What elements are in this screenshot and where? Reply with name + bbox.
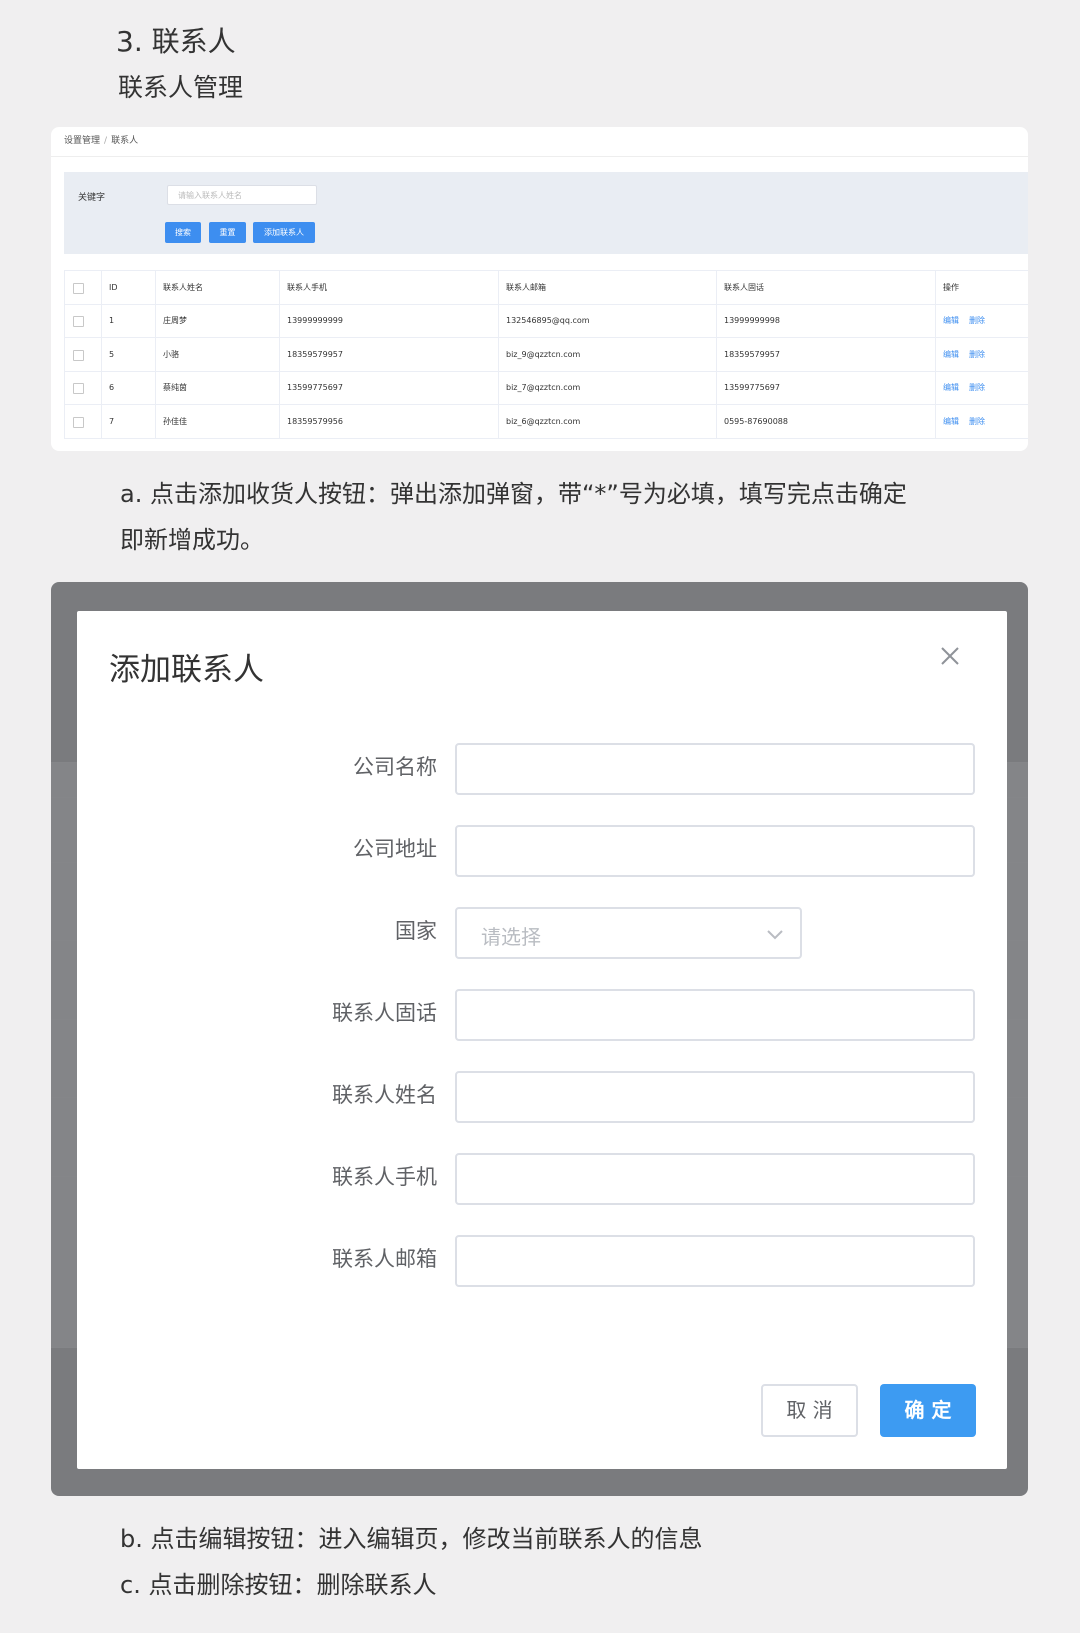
company-address-label: 公司地址 (353, 837, 437, 861)
table-row: 6 蔡纯茵 13599775697 biz_7@qzztcn.com 135997756… (64, 371, 1028, 405)
contact-email-input[interactable] (455, 1235, 975, 1287)
breadcrumb-item-settings[interactable]: 设置管理 (64, 136, 100, 146)
keyword-search-input[interactable]: 请输入联系人姓名 (167, 185, 317, 205)
confirm-button[interactable]: 确 定 (880, 1384, 976, 1437)
row-checkbox[interactable] (73, 383, 84, 394)
section-subtitle: 联系人管理 (118, 73, 244, 102)
cell-mobile: 18359579957 (279, 337, 498, 371)
cell-phone: 0595-87690088 (716, 404, 935, 438)
cell-mobile: 13599775697 (279, 371, 498, 404)
country-label: 国家 (395, 919, 437, 943)
keyword-label: 关键字 (78, 193, 106, 203)
reset-button[interactable]: 重置 (209, 222, 246, 243)
cell-id: 1 (101, 304, 155, 337)
select-all-checkbox[interactable] (73, 283, 84, 294)
edit-link[interactable]: 编辑 (943, 417, 959, 426)
contact-email-label: 联系人邮箱 (332, 1247, 437, 1271)
cell-phone: 13999999998 (716, 304, 935, 337)
cell-actions: 编辑 删除 (935, 304, 1028, 337)
delete-link[interactable]: 删除 (969, 383, 985, 392)
country-select-placeholder: 请选择 (481, 925, 541, 949)
table-row: 1 庄周梦 13999999999 132546895@qq.com 139999999… (64, 304, 1028, 338)
header-actions: 操作 (935, 271, 1028, 304)
delete-link[interactable]: 删除 (969, 417, 985, 426)
table-row: 5 小骆 18359579957 biz_9@qzztcn.com 1835957995… (64, 337, 1028, 372)
cell-email: 132546895@qq.com (498, 304, 716, 337)
add-contact-modal-screenshot: 添加联系人 公司名称 公司地址 国家 请选择 联系人固话 联系人姓名 联系人手机… (51, 582, 1028, 1496)
cell-email: biz_6@qzztcn.com (498, 404, 716, 438)
row-select-cell (64, 337, 101, 371)
company-name-label: 公司名称 (353, 755, 437, 779)
breadcrumb-item-contacts: 联系人 (111, 136, 139, 146)
section-title: 3. 联系人 (116, 25, 236, 58)
breadcrumb: 设置管理 / 联系人 (64, 133, 138, 146)
cell-name: 蔡纯茵 (155, 371, 279, 404)
cell-mobile: 18359579956 (279, 404, 498, 438)
row-select-cell (64, 371, 101, 404)
add-contact-dialog: 添加联系人 公司名称 公司地址 国家 请选择 联系人固话 联系人姓名 联系人手机… (77, 611, 1007, 1469)
cell-name: 孙佳佳 (155, 404, 279, 438)
divider (51, 156, 1028, 157)
row-select-cell (64, 304, 101, 337)
header-email: 联系人邮箱 (498, 271, 716, 304)
header-select-cell (64, 271, 101, 304)
header-phone: 联系人固话 (716, 271, 935, 304)
row-checkbox[interactable] (73, 416, 84, 428)
cell-actions: 编辑 删除 (935, 371, 1028, 404)
header-mobile: 联系人手机 (279, 271, 498, 304)
company-name-input[interactable] (455, 743, 975, 795)
header-id: ID (101, 271, 155, 304)
row-checkbox[interactable] (73, 316, 84, 327)
cancel-button[interactable]: 取 消 (761, 1384, 858, 1437)
edit-link[interactable]: 编辑 (943, 316, 959, 325)
company-address-input[interactable] (455, 825, 975, 877)
instruction-a-line1: a. 点击添加收货人按钮：弹出添加弹窗，带“*”号为必填，填写完点击确定 (120, 480, 907, 508)
cell-id: 5 (101, 337, 155, 371)
cell-email: biz_7@qzztcn.com (498, 371, 716, 404)
contact-mobile-input[interactable] (455, 1153, 975, 1205)
contact-landline-input[interactable] (455, 989, 975, 1041)
search-panel: 关键字 请输入联系人姓名 搜索 重置 添加联系人 (64, 172, 1028, 254)
row-select-cell (64, 404, 101, 438)
instruction-a-line2: 即新增成功。 (120, 526, 264, 554)
contact-table: ID 联系人姓名 联系人手机 联系人邮箱 联系人固话 操作 1 庄周梦 139999… (64, 270, 1028, 439)
instruction-b: b. 点击编辑按钮：进入编辑页，修改当前联系人的信息 (120, 1525, 703, 1553)
contact-mobile-label: 联系人手机 (332, 1165, 437, 1189)
instruction-c: c. 点击删除按钮：删除联系人 (120, 1571, 437, 1599)
chevron-down-icon (767, 930, 783, 940)
cell-name: 小骆 (155, 337, 279, 371)
cell-phone: 13599775697 (716, 371, 935, 404)
add-contact-button[interactable]: 添加联系人 (253, 222, 315, 243)
cell-name: 庄周梦 (155, 304, 279, 337)
instruction-a: a. 点击添加收货人按钮：弹出添加弹窗，带“*”号为必填，填写完点击确定 即新增… (120, 471, 1040, 563)
cell-id: 7 (101, 404, 155, 438)
cell-actions: 编辑 删除 (935, 404, 1028, 438)
breadcrumb-separator: / (104, 136, 108, 146)
cell-actions: 编辑 删除 (935, 337, 1028, 371)
header-name: 联系人姓名 (155, 271, 279, 304)
cell-phone: 18359579957 (716, 337, 935, 371)
contact-landline-label: 联系人固话 (332, 1001, 437, 1025)
cell-email: biz_9@qzztcn.com (498, 337, 716, 371)
delete-link[interactable]: 删除 (969, 350, 985, 359)
close-icon[interactable] (939, 645, 961, 667)
search-button[interactable]: 搜索 (165, 222, 201, 243)
contact-name-label: 联系人姓名 (332, 1083, 437, 1107)
country-select[interactable]: 请选择 (455, 907, 802, 959)
delete-link[interactable]: 删除 (969, 316, 985, 325)
table-header-row: ID 联系人姓名 联系人手机 联系人邮箱 联系人固话 操作 (64, 270, 1028, 305)
edit-link[interactable]: 编辑 (943, 350, 959, 359)
table-row: 7 孙佳佳 18359579956 biz_6@qzztcn.com 0595-8769… (64, 404, 1028, 439)
dialog-title: 添加联系人 (109, 652, 264, 688)
cell-id: 6 (101, 371, 155, 404)
cell-mobile: 13999999999 (279, 304, 498, 337)
edit-link[interactable]: 编辑 (943, 383, 959, 392)
contact-list-screenshot: 设置管理 / 联系人 关键字 请输入联系人姓名 搜索 重置 添加联系人 ID 联系人… (51, 127, 1028, 451)
contact-name-input[interactable] (455, 1071, 975, 1123)
row-checkbox[interactable] (73, 349, 84, 361)
